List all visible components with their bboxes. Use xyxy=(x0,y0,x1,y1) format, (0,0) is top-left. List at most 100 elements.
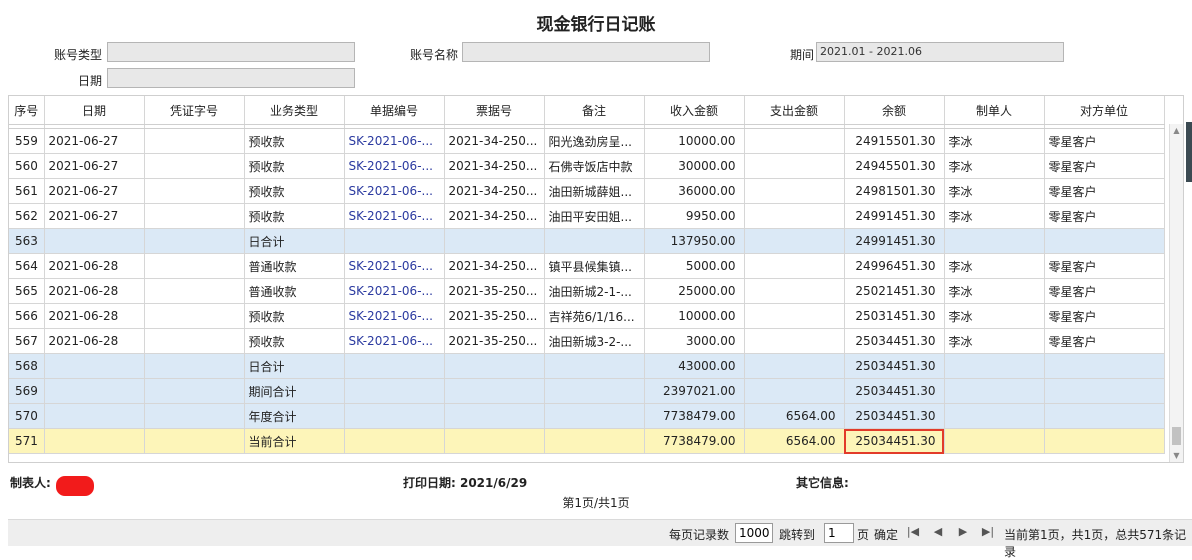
account-name-label: 账号名称 xyxy=(409,48,458,62)
cell-bill: 2021-34-250... xyxy=(444,203,545,229)
account-type-field[interactable] xyxy=(107,42,355,62)
column-header[interactable]: 单据编号 xyxy=(344,96,445,125)
cell-maker xyxy=(944,378,1045,404)
side-panel-handle[interactable] xyxy=(1186,122,1192,182)
journal-table-body: 559 2021-06-27 预收款 SK-2021-06-... 2021-34-25… xyxy=(9,100,1165,454)
cell-bill xyxy=(444,353,545,379)
cell-idx: 559 xyxy=(9,128,45,154)
cell-date: 2021-06-28 xyxy=(44,253,145,279)
cell-maker xyxy=(944,228,1045,254)
cell-idx: 569 xyxy=(9,378,45,404)
cell-expense xyxy=(744,378,845,404)
cell-biz: 预收款 xyxy=(244,203,345,229)
cell-date xyxy=(44,403,145,429)
cell-date: 2021-06-27 xyxy=(44,128,145,154)
cell-party: 零星客户 xyxy=(1044,253,1165,279)
scroll-up-icon[interactable]: ▲ xyxy=(1172,126,1181,135)
first-page-icon[interactable]: |◀ xyxy=(905,524,921,540)
scrollbar-thumb[interactable] xyxy=(1172,427,1181,445)
cell-voucher xyxy=(144,253,245,279)
period-field[interactable]: 2021.01 - 2021.06 xyxy=(816,42,1064,62)
journal-table-header: 序号 日期 凭证字号 业务类型 单据编号 票据号 备注 收入金额 支出金额 余额 制单人 对方单位 xyxy=(9,96,1165,125)
cell-bill xyxy=(444,378,545,404)
cell-maker: 李冰 xyxy=(944,203,1045,229)
column-header[interactable]: 票据号 xyxy=(444,96,545,125)
page-title: 现金银行日记账 xyxy=(536,15,656,35)
cell-income: 10000.00 xyxy=(644,303,745,329)
cell-party: 零星客户 xyxy=(1044,303,1165,329)
column-header[interactable]: 序号 xyxy=(9,96,45,125)
cell-balance: 25031451.30 xyxy=(844,303,945,329)
cell-note: 油田新城2-1-... xyxy=(544,278,645,304)
table-row[interactable]: 564 2021-06-28 普通收款 SK-2021-06-... 2021-34-2… xyxy=(9,253,1165,279)
account-name-field[interactable] xyxy=(462,42,710,62)
cell-maker xyxy=(944,353,1045,379)
cell-idx: 560 xyxy=(9,153,45,179)
cell-bill: 2021-35-250... xyxy=(444,303,545,329)
cell-party: 零星客户 xyxy=(1044,128,1165,154)
cell-voucher xyxy=(144,128,245,154)
table-row[interactable]: 559 2021-06-27 预收款 SK-2021-06-... 2021-34-25… xyxy=(9,128,1165,154)
last-page-icon[interactable]: ▶| xyxy=(980,524,996,540)
scroll-down-icon[interactable]: ▼ xyxy=(1172,451,1181,460)
cell-voucher xyxy=(144,428,245,454)
cell-income: 30000.00 xyxy=(644,153,745,179)
column-header[interactable]: 业务类型 xyxy=(244,96,345,125)
column-header[interactable]: 支出金额 xyxy=(744,96,845,125)
column-header[interactable]: 备注 xyxy=(544,96,645,125)
cell-maker: 李冰 xyxy=(944,303,1045,329)
column-header[interactable]: 余额 xyxy=(844,96,945,125)
pager-bar: 每页记录数 跳转到 页 确定 |◀ ◀ ▶ ▶| 当前第1页，共1页，总共571… xyxy=(8,519,1192,559)
table-row[interactable]: 561 2021-06-27 预收款 SK-2021-06-... 2021-34-25… xyxy=(9,178,1165,204)
table-row[interactable]: 567 2021-06-28 预收款 SK-2021-06-... 2021-35-25… xyxy=(9,328,1165,354)
per-page-label: 每页记录数 xyxy=(669,528,730,542)
cell-maker: 李冰 xyxy=(944,153,1045,179)
per-page-input[interactable] xyxy=(735,523,773,543)
cell-bill xyxy=(444,228,545,254)
column-header[interactable]: 收入金额 xyxy=(644,96,745,125)
date-field[interactable] xyxy=(107,68,355,88)
table-row[interactable]: 565 2021-06-28 普通收款 SK-2021-06-... 2021-35-2… xyxy=(9,278,1165,304)
summary-row[interactable]: 569 期间合计 2397021.00 25034451.30 xyxy=(9,378,1165,404)
cell-date: 2021-06-28 xyxy=(44,278,145,304)
cell-date: 2021-06-27 xyxy=(44,178,145,204)
cell-code: SK-2021-06-... xyxy=(344,153,445,179)
jump-page-input[interactable] xyxy=(824,523,854,543)
column-header[interactable]: 日期 xyxy=(44,96,145,125)
page-unit-label: 页 xyxy=(857,528,870,542)
print-date-label: 打印日期: 2021/6/29 xyxy=(403,476,528,490)
cell-party: 零星客户 xyxy=(1044,153,1165,179)
cell-code xyxy=(344,353,445,379)
summary-row[interactable]: 570 年度合计 7738479.00 6564.00 25034451.30 xyxy=(9,403,1165,429)
column-header[interactable]: 凭证字号 xyxy=(144,96,245,125)
prev-page-icon[interactable]: ◀ xyxy=(930,524,946,540)
cell-income: 7738479.00 xyxy=(644,428,745,454)
cell-biz: 普通收款 xyxy=(244,253,345,279)
cell-idx: 564 xyxy=(9,253,45,279)
cell-bill: 2021-34-250... xyxy=(444,253,545,279)
cell-party xyxy=(1044,428,1165,454)
summary-row[interactable]: 563 日合计 137950.00 24991451.30 xyxy=(9,228,1165,254)
cell-expense xyxy=(744,328,845,354)
cell-biz: 预收款 xyxy=(244,303,345,329)
column-header[interactable]: 制单人 xyxy=(944,96,1045,125)
cell-code: SK-2021-06-... xyxy=(344,278,445,304)
next-page-icon[interactable]: ▶ xyxy=(955,524,971,540)
cell-note: 油田新城3-2-... xyxy=(544,328,645,354)
vertical-scrollbar[interactable]: ▲ ▼ xyxy=(1169,124,1183,462)
column-header[interactable]: 对方单位 xyxy=(1044,96,1165,125)
cell-bill: 2021-35-250... xyxy=(444,328,545,354)
cell-biz: 期间合计 xyxy=(244,378,345,404)
cell-note xyxy=(544,228,645,254)
summary-row[interactable]: 568 日合计 43000.00 25034451.30 xyxy=(9,353,1165,379)
cell-code: SK-2021-06-... xyxy=(344,328,445,354)
cell-idx: 568 xyxy=(9,353,45,379)
table-row[interactable]: 562 2021-06-27 预收款 SK-2021-06-... 2021-34-25… xyxy=(9,203,1165,229)
cell-maker xyxy=(944,403,1045,429)
table-row[interactable]: 560 2021-06-27 预收款 SK-2021-06-... 2021-34-25… xyxy=(9,153,1165,179)
table-row[interactable]: 566 2021-06-28 预收款 SK-2021-06-... 2021-35-25… xyxy=(9,303,1165,329)
cell-income: 36000.00 xyxy=(644,178,745,204)
confirm-button[interactable]: 确定 xyxy=(874,526,898,543)
cell-note: 吉祥苑6/1/16... xyxy=(544,303,645,329)
current-total-row[interactable]: 571 当前合计 7738479.00 6564.00 25034451.30 xyxy=(9,428,1165,454)
